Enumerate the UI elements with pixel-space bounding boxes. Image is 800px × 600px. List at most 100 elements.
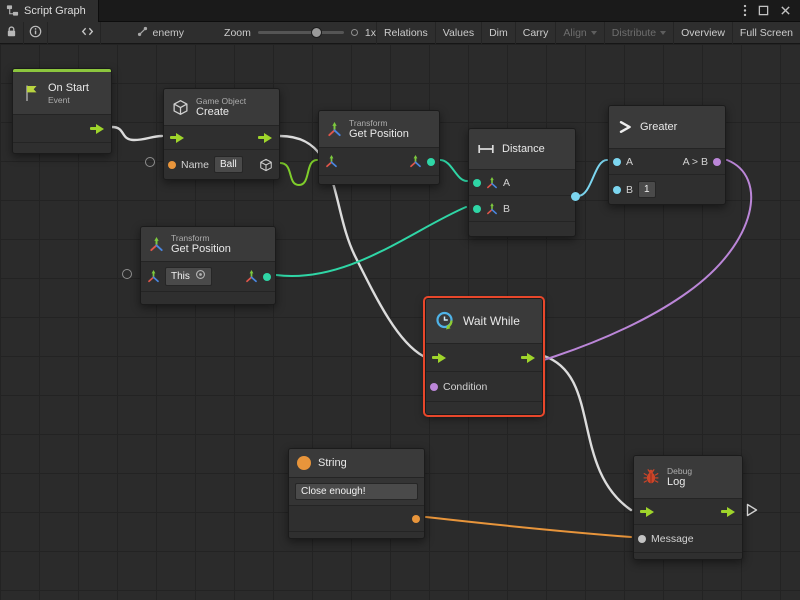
number-output-port[interactable] <box>571 192 580 201</box>
wire-flow-onstart-create[interactable] <box>112 127 162 140</box>
node-footer <box>319 175 439 184</box>
output-label: A > B <box>683 156 708 168</box>
close-icon[interactable] <box>780 5 791 16</box>
dim-button[interactable]: Dim <box>481 22 515 44</box>
node-footer <box>634 552 742 559</box>
string-type-icon <box>297 456 311 470</box>
titlebar: Script Graph <box>0 0 800 22</box>
distribute-button[interactable]: Distribute <box>604 22 673 44</box>
full-screen-label: Full Screen <box>740 27 793 39</box>
overview-button[interactable]: Overview <box>673 22 732 44</box>
port-label: A <box>503 177 510 189</box>
vector-output-port[interactable] <box>427 158 435 166</box>
carry-button[interactable]: Carry <box>515 22 556 44</box>
vector-output-port[interactable] <box>263 273 271 281</box>
vector-input-port-a[interactable] <box>473 179 481 187</box>
wire-vector-getposition-distance-a[interactable] <box>440 160 467 181</box>
code-view-button[interactable] <box>76 22 100 44</box>
wire-object-create-getposition[interactable] <box>280 160 317 185</box>
overview-label: Overview <box>681 27 725 39</box>
node-footer <box>469 221 575 236</box>
graph-asset-icon <box>137 26 148 40</box>
gameobject-output-port-icon[interactable] <box>259 158 273 172</box>
values-label: Values <box>443 27 474 39</box>
node-title: Distance <box>502 143 545 156</box>
flow-in-port[interactable] <box>432 352 447 363</box>
port-label: A <box>626 156 633 168</box>
align-button[interactable]: Align <box>555 22 603 44</box>
boolean-output-port[interactable] <box>713 158 721 166</box>
boolean-input-port[interactable] <box>430 383 438 391</box>
node-title: Wait While <box>463 315 520 328</box>
info-button[interactable] <box>24 22 48 44</box>
string-value-field[interactable]: Close enough! <box>295 483 418 500</box>
node-debug-log[interactable]: Debug Log Message <box>633 455 743 560</box>
window-menu-icon[interactable] <box>743 4 747 17</box>
code-icon <box>81 25 94 41</box>
flow-in-port[interactable] <box>170 132 185 143</box>
flow-out-port[interactable] <box>258 132 273 143</box>
node-title: Create <box>196 106 246 119</box>
node-greater[interactable]: Greater A A > B B 1 <box>608 105 726 205</box>
port-label: Message <box>651 533 694 545</box>
flow-out-port[interactable] <box>90 123 105 134</box>
zoom-label: Zoom <box>224 27 251 39</box>
node-get-position-ball[interactable]: Transform Get Position <box>318 110 440 185</box>
message-input-port[interactable] <box>638 535 646 543</box>
node-distance[interactable]: Distance A B <box>468 128 576 237</box>
zoom-slider-handle[interactable] <box>311 27 322 38</box>
relations-button[interactable]: Relations <box>376 22 435 44</box>
unconnected-port-indicator[interactable] <box>122 269 132 279</box>
transform-port-icon <box>486 177 498 189</box>
node-category: Transform <box>171 233 231 243</box>
graph-toolbar: enemy Zoom 1x Relations Values Dim Carry… <box>0 22 800 44</box>
cube-icon <box>172 99 189 116</box>
carry-label: Carry <box>523 27 549 39</box>
node-subtitle: Event <box>48 95 89 105</box>
tab-script-graph[interactable]: Script Graph <box>0 0 99 22</box>
node-string-literal[interactable]: String Close enough! <box>288 448 425 539</box>
flow-in-port[interactable] <box>640 506 655 517</box>
node-category: Debug <box>667 466 692 476</box>
name-field[interactable]: Ball <box>214 156 243 173</box>
flag-icon <box>21 83 41 103</box>
info-icon <box>29 25 42 41</box>
flow-out-port[interactable] <box>721 506 736 517</box>
transform-input-port-icon[interactable] <box>325 155 338 168</box>
transform-input-port-icon[interactable] <box>147 270 160 283</box>
maximize-icon[interactable] <box>758 5 769 16</box>
lock-button[interactable] <box>0 22 24 44</box>
node-category: Game Object <box>196 96 246 106</box>
dim-label: Dim <box>489 27 508 39</box>
zoom-slider[interactable] <box>258 31 344 34</box>
zoom-reset-icon[interactable] <box>351 29 358 36</box>
unconnected-port-indicator[interactable] <box>145 157 155 167</box>
script-graph-window: Script Graph enemy Zoom 1x Relations Val… <box>0 0 800 600</box>
node-wait-while[interactable]: Wait While Condition <box>425 298 543 415</box>
vector-input-port-b[interactable] <box>473 205 481 213</box>
graph-name: enemy <box>153 27 185 39</box>
wire-number-distance-greater[interactable] <box>578 160 607 196</box>
graph-canvas[interactable]: On Start Event Game Object Create <box>0 44 800 600</box>
number-input-port-b[interactable] <box>613 186 621 194</box>
flow-out-port[interactable] <box>521 352 536 363</box>
wire-string-string-log[interactable] <box>426 517 631 537</box>
node-title: String <box>318 457 347 470</box>
node-create-gameobject[interactable]: Game Object Create Name Ball <box>163 88 280 180</box>
node-get-position-self[interactable]: Transform Get Position This <box>140 226 276 305</box>
values-button[interactable]: Values <box>435 22 481 44</box>
full-screen-button[interactable]: Full Screen <box>732 22 800 44</box>
target-field[interactable]: This <box>165 267 212 286</box>
number-input-port-a[interactable] <box>613 158 621 166</box>
wire-vector-getposition-distance-b[interactable] <box>276 207 466 276</box>
node-category: Transform <box>349 118 409 128</box>
graph-breadcrumb[interactable]: enemy <box>137 26 185 40</box>
string-input-port[interactable] <box>168 161 176 169</box>
object-picker-icon[interactable] <box>195 269 206 284</box>
b-value-field[interactable]: 1 <box>638 181 656 198</box>
script-graph-icon <box>6 4 19 17</box>
transform-icon <box>149 237 164 252</box>
string-output-port[interactable] <box>412 515 420 523</box>
node-on-start-event[interactable]: On Start Event <box>12 68 112 154</box>
wire-flow-waitwhile-log[interactable] <box>544 356 631 510</box>
